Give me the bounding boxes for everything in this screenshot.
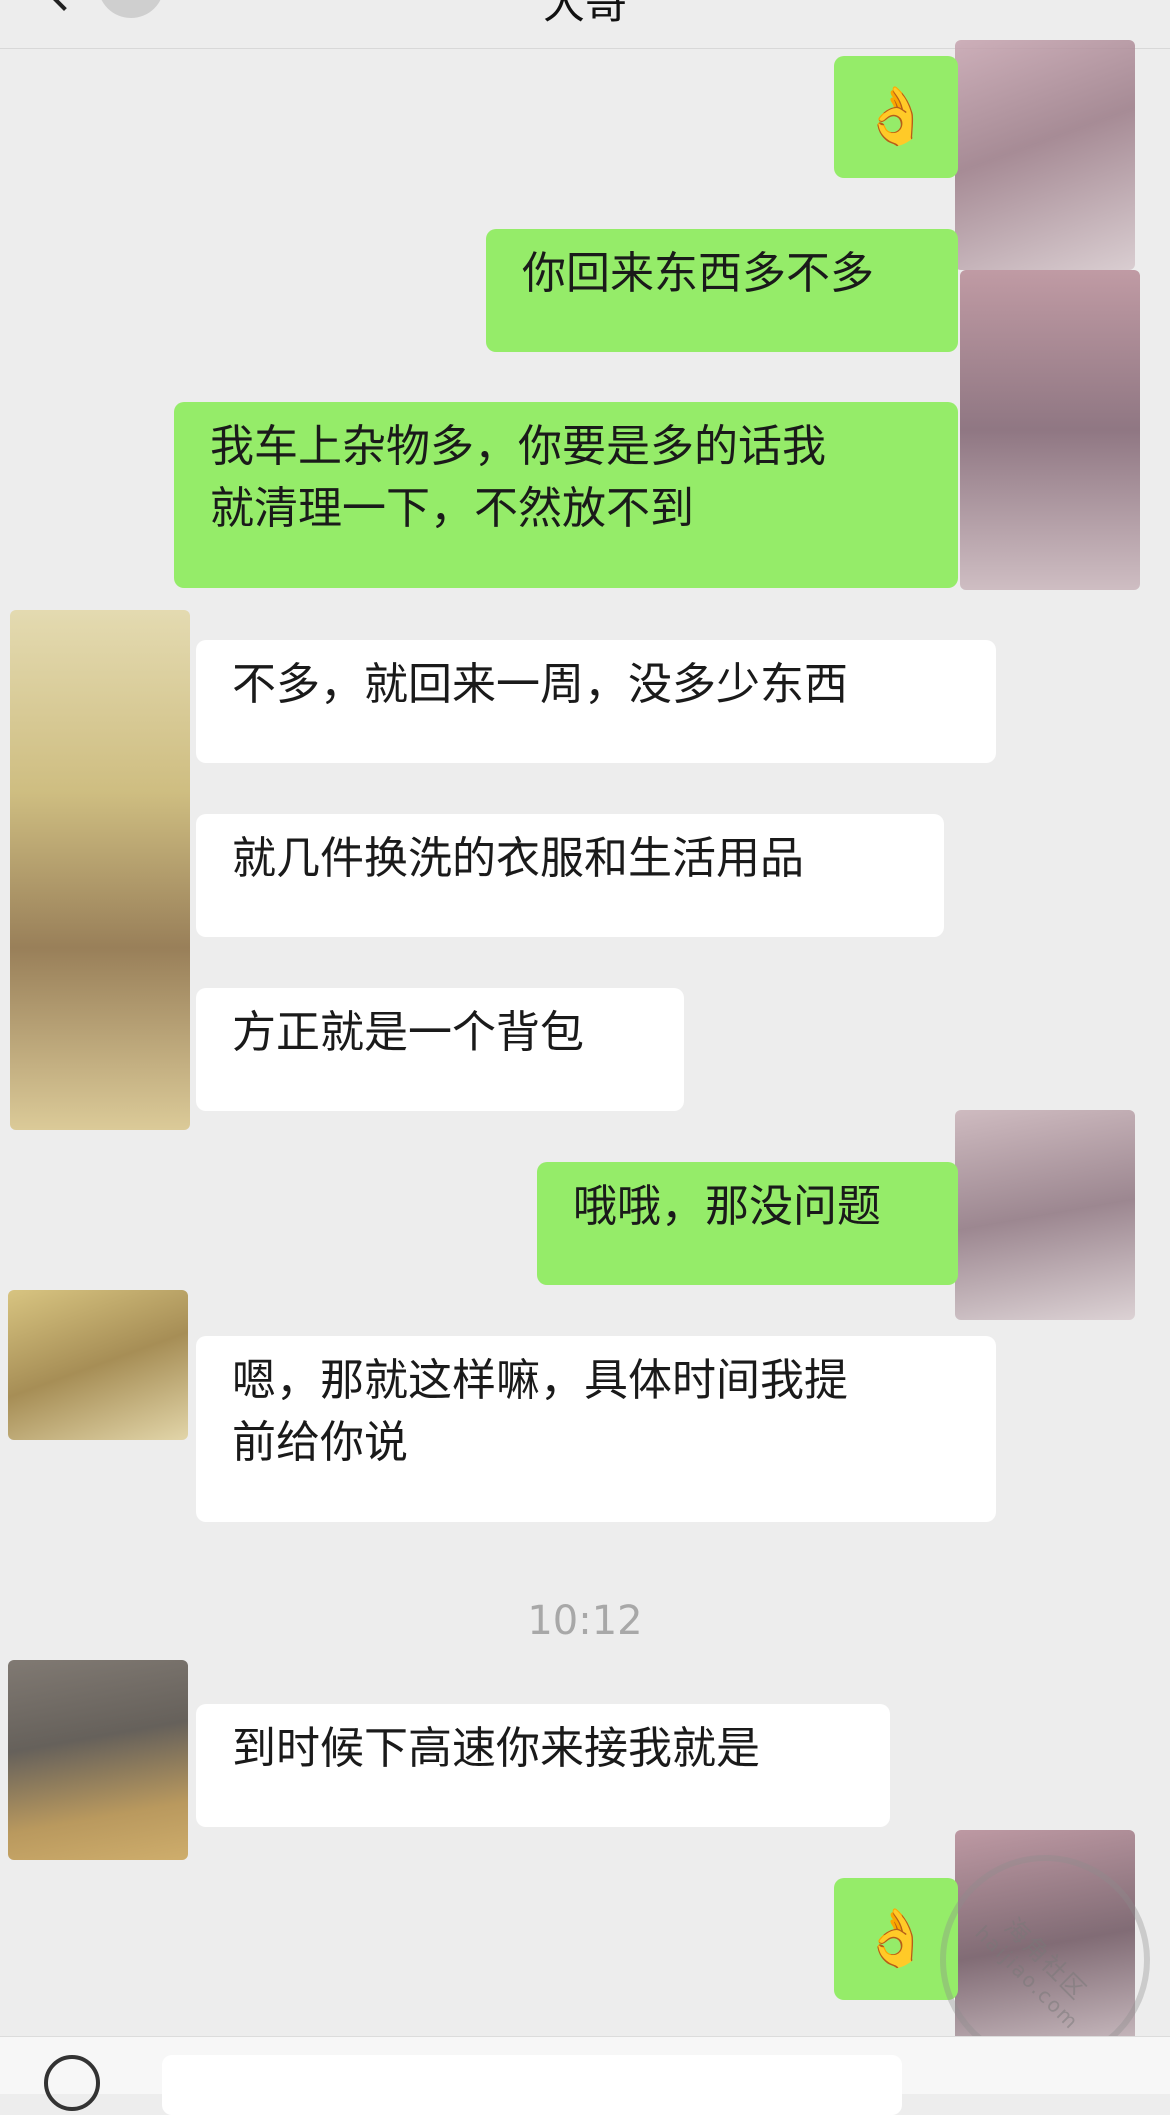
message-text: 哦哦，那没问题 <box>573 1181 881 1232</box>
message-timestamp: 10:12 <box>527 1598 643 1644</box>
contact-message-avatar[interactable] <box>10 610 190 1130</box>
received-message-bubble[interactable]: 不多，就回来一周，没多少东西 <box>196 640 996 763</box>
contact-message-avatar[interactable] <box>8 1290 188 1440</box>
sent-emoji-bubble[interactable]: 👌 <box>834 56 958 178</box>
self-avatar[interactable] <box>955 1110 1135 1320</box>
voice-input-icon[interactable] <box>44 2055 100 2111</box>
message-text: 方正就是一个背包 <box>232 1007 584 1058</box>
message-text-line: 我车上杂物多，你要是多的话我 <box>210 421 826 472</box>
received-message-bubble[interactable]: 到时候下高速你来接我就是 <box>196 1704 890 1827</box>
sent-message-bubble[interactable]: 你回来东西多不多 <box>486 229 958 352</box>
sent-emoji-bubble[interactable]: 👌 <box>834 1878 958 2000</box>
message-text-line: 就清理一下，不然放不到 <box>210 483 694 534</box>
received-message-bubble[interactable]: 就几件换洗的衣服和生活用品 <box>196 814 944 937</box>
message-text-line: 嗯，那就这样嘛，具体时间我提 <box>232 1355 848 1406</box>
contact-message-avatar[interactable] <box>8 1660 188 1860</box>
input-bar <box>0 2036 1170 2115</box>
message-text: 你回来东西多不多 <box>522 248 874 299</box>
message-input[interactable] <box>162 2055 902 2115</box>
self-avatar[interactable] <box>960 270 1140 590</box>
received-message-bubble[interactable]: 方正就是一个背包 <box>196 988 684 1111</box>
chat-title: 大哥 <box>542 0 627 28</box>
sent-message-bubble[interactable]: 哦哦，那没问题 <box>537 1162 958 1285</box>
sent-message-bubble[interactable]: 我车上杂物多，你要是多的话我 就清理一下，不然放不到 <box>174 402 958 588</box>
message-text: 就几件换洗的衣服和生活用品 <box>232 833 804 884</box>
message-text-line: 前给你说 <box>232 1417 408 1468</box>
message-text: 到时候下高速你来接我就是 <box>232 1723 760 1774</box>
ok-hand-emoji: 👌 <box>861 84 931 149</box>
received-message-bubble[interactable]: 嗯，那就这样嘛，具体时间我提 前给你说 <box>196 1336 996 1522</box>
message-text: 不多，就回来一周，没多少东西 <box>232 659 848 710</box>
self-avatar[interactable] <box>955 40 1135 270</box>
